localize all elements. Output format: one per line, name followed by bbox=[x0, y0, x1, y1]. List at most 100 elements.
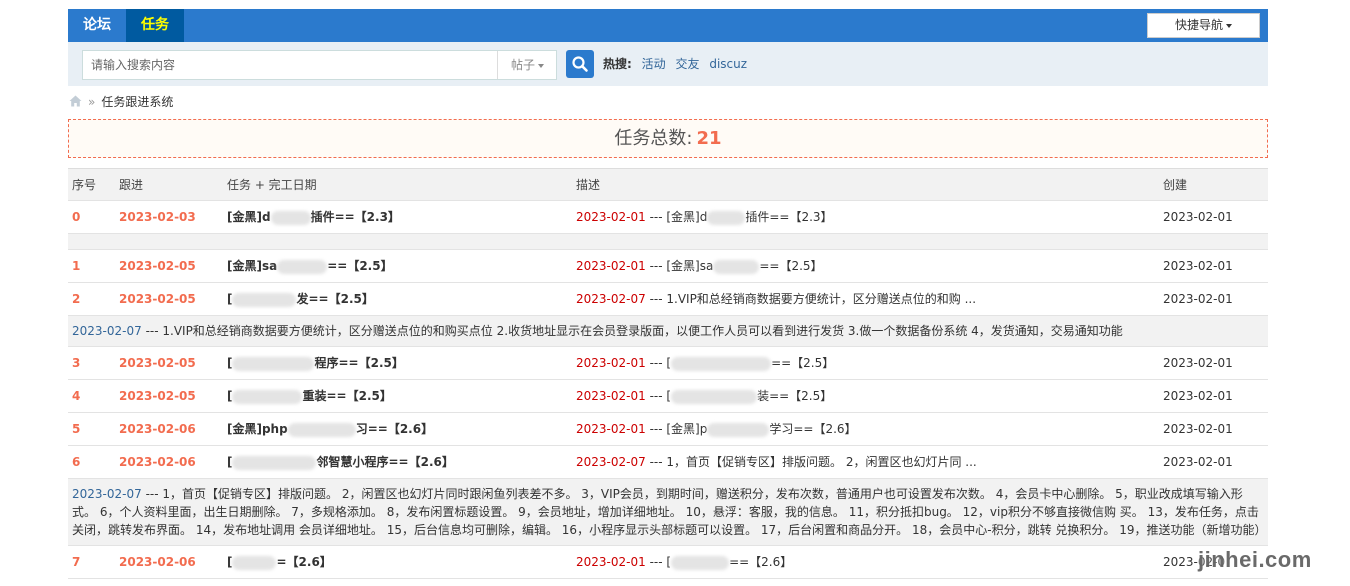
caret-down-icon bbox=[538, 63, 544, 68]
redacted-blur bbox=[232, 555, 277, 570]
desc-text: --- [ bbox=[645, 356, 672, 370]
task-count-label: 任务总数: bbox=[614, 128, 693, 149]
row-follow-date: 2023-02-03 bbox=[119, 210, 196, 224]
redacted-blur bbox=[671, 389, 758, 404]
redacted-blur bbox=[713, 259, 760, 274]
row-detail: 2023-02-07 --- 1.VIP和总经销商数据要方便统计，区分赠送点位的… bbox=[68, 316, 1268, 347]
task-text: 邻智慧小程序==【2.6】 bbox=[316, 455, 454, 469]
task-text: 插件==【2.3】 bbox=[310, 210, 400, 224]
row-task-link[interactable]: [发==【2.5】 bbox=[227, 283, 374, 316]
task-text: 习==【2.6】 bbox=[355, 422, 434, 436]
desc-text: ==【2.6】 bbox=[729, 555, 793, 569]
search-box: 帖子 bbox=[82, 50, 557, 80]
desc-date: 2023-02-01 bbox=[576, 210, 646, 224]
row-desc: 2023-02-01 --- [==【2.6】 bbox=[576, 546, 792, 579]
home-icon[interactable] bbox=[69, 95, 82, 107]
row-follow-date: 2023-02-06 bbox=[119, 422, 196, 436]
row-desc[interactable]: 2023-02-07 --- 1.VIP和总经销商数据要方便统计，区分赠送点位的… bbox=[576, 283, 976, 316]
row-task-link[interactable]: [金黑]php 习==【2.6】 bbox=[227, 413, 433, 446]
desc-text: ==【2.5】 bbox=[759, 259, 823, 273]
breadcrumb-current[interactable]: 任务跟进系统 bbox=[101, 95, 173, 109]
row-task-link[interactable]: [重装==【2.5】 bbox=[227, 380, 392, 413]
redacted-blur bbox=[287, 422, 356, 437]
row-task-link[interactable]: [金黑]d 插件==【2.3】 bbox=[227, 201, 400, 234]
desc-text: --- [金黑]d bbox=[645, 210, 708, 224]
desc-date: 2023-02-01 bbox=[576, 389, 646, 403]
hot-search-link[interactable]: discuz bbox=[709, 57, 747, 71]
hot-search-link[interactable]: 交友 bbox=[675, 57, 699, 71]
hot-search-link[interactable]: 活动 bbox=[642, 57, 666, 71]
row-index: 3 bbox=[72, 356, 81, 370]
redacted-blur bbox=[270, 210, 311, 225]
row-desc: 2023-02-01 --- [装==【2.5】 bbox=[576, 380, 832, 413]
table-row: 1 2023-02-05 [金黑]sa ==【2.5】 2023-02-01 --… bbox=[68, 250, 1268, 283]
row-follow-date: 2023-02-06 bbox=[119, 555, 196, 569]
quick-nav-button[interactable]: 快捷导航 bbox=[1147, 13, 1260, 38]
table-row: 5 2023-02-06 [金黑]php 习==【2.6】 2023-02-01 … bbox=[68, 413, 1268, 446]
breadcrumb: » 任务跟进系统 bbox=[69, 94, 173, 110]
table-row: 7 2023-02-06 [=【2.6】 2023-02-01 --- [==【… bbox=[68, 546, 1268, 579]
desc-text: --- 1，首页【促销专区】排版问题。 2，闲置区也幻灯片同 ... bbox=[645, 455, 977, 469]
task-text: 发==【2.5】 bbox=[296, 292, 374, 306]
watermark: jinhei.com bbox=[1198, 547, 1312, 572]
redacted-blur bbox=[707, 422, 770, 437]
row-created-date: 2023-02-01 bbox=[1163, 292, 1233, 306]
detail-date: 2023-02-07 bbox=[72, 324, 142, 338]
row-index: 2 bbox=[72, 292, 81, 306]
row-created-date: 2023-02-01 bbox=[1163, 356, 1233, 370]
header-desc: 描述 bbox=[576, 178, 601, 192]
task-table: 序号 跟进 任务 + 完工日期 描述 创建 0 2023-02-03 [金黑]d… bbox=[68, 168, 1268, 579]
row-follow-date: 2023-02-05 bbox=[119, 259, 196, 273]
quick-nav-label: 快捷导航 bbox=[1174, 18, 1223, 32]
task-text: [金黑]sa bbox=[227, 259, 278, 273]
task-count: 21 bbox=[696, 128, 722, 149]
table-row: 2 2023-02-05 [发==【2.5】 2023-02-07 --- 1.… bbox=[68, 283, 1268, 316]
redacted-blur bbox=[232, 455, 317, 470]
row-desc[interactable]: 2023-02-07 --- 1，首页【促销专区】排版问题。 2，闲置区也幻灯片… bbox=[576, 446, 977, 479]
tab-task[interactable]: 任务 bbox=[126, 9, 184, 42]
row-index: 6 bbox=[72, 455, 81, 469]
task-summary: 任务总数: 21 bbox=[68, 119, 1268, 158]
row-created-date: 2023-02-01 bbox=[1163, 210, 1233, 224]
desc-text: --- [金黑]sa bbox=[645, 259, 714, 273]
search-type-select[interactable]: 帖子 bbox=[497, 51, 557, 79]
row-follow-date: 2023-02-05 bbox=[119, 389, 196, 403]
desc-text: 学习==【2.6】 bbox=[769, 422, 857, 436]
desc-date: 2023-02-01 bbox=[576, 356, 646, 370]
caret-down-icon bbox=[1226, 23, 1232, 28]
row-follow-date: 2023-02-06 bbox=[119, 455, 196, 469]
row-task-link[interactable]: [=【2.6】 bbox=[227, 546, 332, 579]
hot-search: 热搜: 活动 交友 discuz bbox=[603, 42, 753, 86]
row-follow-date: 2023-02-05 bbox=[119, 292, 196, 306]
row-desc: 2023-02-01 --- [金黑]p 学习==【2.6】 bbox=[576, 413, 857, 446]
redacted-blur bbox=[277, 259, 328, 274]
tab-forum[interactable]: 论坛 bbox=[68, 9, 126, 42]
desc-text: 插件==【2.3】 bbox=[745, 210, 833, 224]
row-index: 5 bbox=[72, 422, 81, 436]
desc-text: --- [金黑]p bbox=[645, 422, 708, 436]
redacted-blur bbox=[232, 292, 297, 307]
desc-text: ==【2.5】 bbox=[771, 356, 835, 370]
row-index: 1 bbox=[72, 259, 81, 273]
search-input[interactable] bbox=[83, 51, 493, 79]
redacted-blur bbox=[707, 210, 746, 225]
row-task-link[interactable]: [金黑]sa ==【2.5】 bbox=[227, 250, 393, 283]
search-button[interactable] bbox=[566, 50, 594, 78]
row-desc: 2023-02-01 --- [金黑]d 插件==【2.3】 bbox=[576, 201, 833, 234]
desc-date: 2023-02-01 bbox=[576, 555, 646, 569]
table-row: 0 2023-02-03 [金黑]d 插件==【2.3】 2023-02-01 -… bbox=[68, 201, 1268, 234]
desc-date: 2023-02-07 bbox=[576, 455, 646, 469]
detail-text: --- 1.VIP和总经销商数据要方便统计，区分赠送点位的和购买点位 2.收货地… bbox=[141, 324, 1123, 338]
table-row: 3 2023-02-05 [程序==【2.5】 2023-02-01 --- [… bbox=[68, 347, 1268, 380]
row-created-date: 2023-02-01 bbox=[1163, 389, 1233, 403]
row-task-link[interactable]: [程序==【2.5】 bbox=[227, 347, 404, 380]
task-text: ==【2.5】 bbox=[327, 259, 393, 273]
row-created-date: 2023-02-01 bbox=[1163, 455, 1233, 469]
header-follow: 跟进 bbox=[119, 178, 144, 192]
row-created-date: 2023-02-01 bbox=[1163, 259, 1233, 273]
header-idx: 序号 bbox=[72, 178, 97, 192]
row-task-link[interactable]: [邻智慧小程序==【2.6】 bbox=[227, 446, 454, 479]
redacted-blur bbox=[232, 356, 315, 371]
row-index: 4 bbox=[72, 389, 81, 403]
task-text: [金黑]php bbox=[227, 422, 288, 436]
